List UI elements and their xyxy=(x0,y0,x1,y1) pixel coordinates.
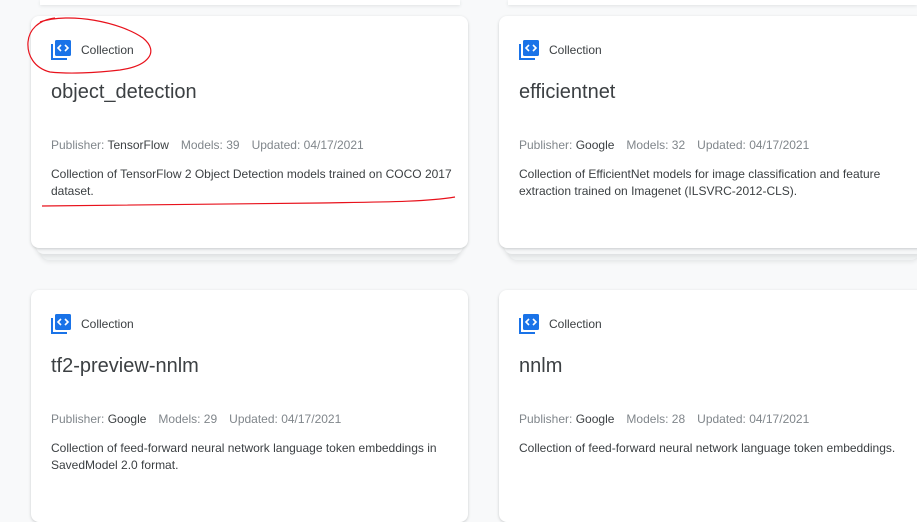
updated-date: 04/17/2021 xyxy=(749,138,810,152)
models-count: 29 xyxy=(203,412,218,426)
collection-chip: Collection xyxy=(51,314,448,334)
updated-label: Updated: xyxy=(251,138,301,152)
updated-date: 04/17/2021 xyxy=(303,138,364,152)
updated-label: Updated: xyxy=(697,412,746,426)
updated-date: 04/17/2021 xyxy=(281,412,342,426)
publisher-value: TensorFlow xyxy=(107,138,169,152)
models-label: Models: xyxy=(158,412,201,426)
card-description: Collection of feed-forward neural networ… xyxy=(519,441,896,455)
card-description: Collection of feed-forward neural networ… xyxy=(51,441,437,472)
publisher-value: Google xyxy=(575,412,615,426)
card-description: Collection of EfficientNet models for im… xyxy=(519,167,881,198)
collection-code-icon xyxy=(519,314,539,334)
card-meta: Publisher: Google Models: 28 Updated: 04… xyxy=(519,412,909,426)
card-meta: Publisher: Google Models: 32 Updated: 04… xyxy=(519,138,909,152)
models-count: 39 xyxy=(226,138,240,152)
models-label: Models: xyxy=(626,412,669,426)
card-title[interactable]: object_detection xyxy=(51,79,448,105)
card-title[interactable]: efficientnet xyxy=(519,79,909,105)
collection-type-label: Collection xyxy=(549,43,602,57)
publisher-label: Publisher: xyxy=(51,138,105,152)
card-above-right xyxy=(508,0,917,5)
collection-code-icon xyxy=(51,314,71,334)
collection-card-nnlm[interactable]: Collection nnlm Publisher: Google Models… xyxy=(499,290,917,522)
updated-date: 04/17/2021 xyxy=(749,412,810,426)
publisher-label: Publisher: xyxy=(51,412,105,426)
collection-chip: Collection xyxy=(51,40,448,60)
card-title[interactable]: nnlm xyxy=(519,353,909,379)
card-meta: Publisher: TensorFlow Models: 39 Updated… xyxy=(51,138,448,152)
collection-code-icon xyxy=(519,40,539,60)
card-above-left xyxy=(40,0,460,5)
models-count: 28 xyxy=(671,412,686,426)
models-label: Models: xyxy=(626,138,669,152)
updated-label: Updated: xyxy=(697,138,746,152)
collection-chip: Collection xyxy=(519,314,909,334)
collection-card-efficientnet[interactable]: Collection efficientnet Publisher: Googl… xyxy=(499,16,917,260)
card-meta: Publisher: Google Models: 29 Updated: 04… xyxy=(51,412,448,426)
collection-type-label: Collection xyxy=(81,317,134,331)
publisher-value: Google xyxy=(575,138,615,152)
collection-card-object-detection[interactable]: Collection object_detection Publisher: T… xyxy=(31,16,468,260)
collection-chip: Collection xyxy=(519,40,909,60)
collection-card-tf2-preview-nnlm[interactable]: Collection tf2-preview-nnlm Publisher: G… xyxy=(31,290,468,522)
collection-type-label: Collection xyxy=(549,317,602,331)
card-description: Collection of TensorFlow 2 Object Detect… xyxy=(51,167,452,198)
updated-label: Updated: xyxy=(229,412,278,426)
publisher-value: Google xyxy=(107,412,147,426)
publisher-label: Publisher: xyxy=(519,138,573,152)
models-count: 32 xyxy=(671,138,686,152)
publisher-label: Publisher: xyxy=(519,412,573,426)
collection-code-icon xyxy=(51,40,71,60)
card-title[interactable]: tf2-preview-nnlm xyxy=(51,353,448,379)
models-label: Models: xyxy=(180,138,223,152)
collection-type-label: Collection xyxy=(81,43,134,57)
